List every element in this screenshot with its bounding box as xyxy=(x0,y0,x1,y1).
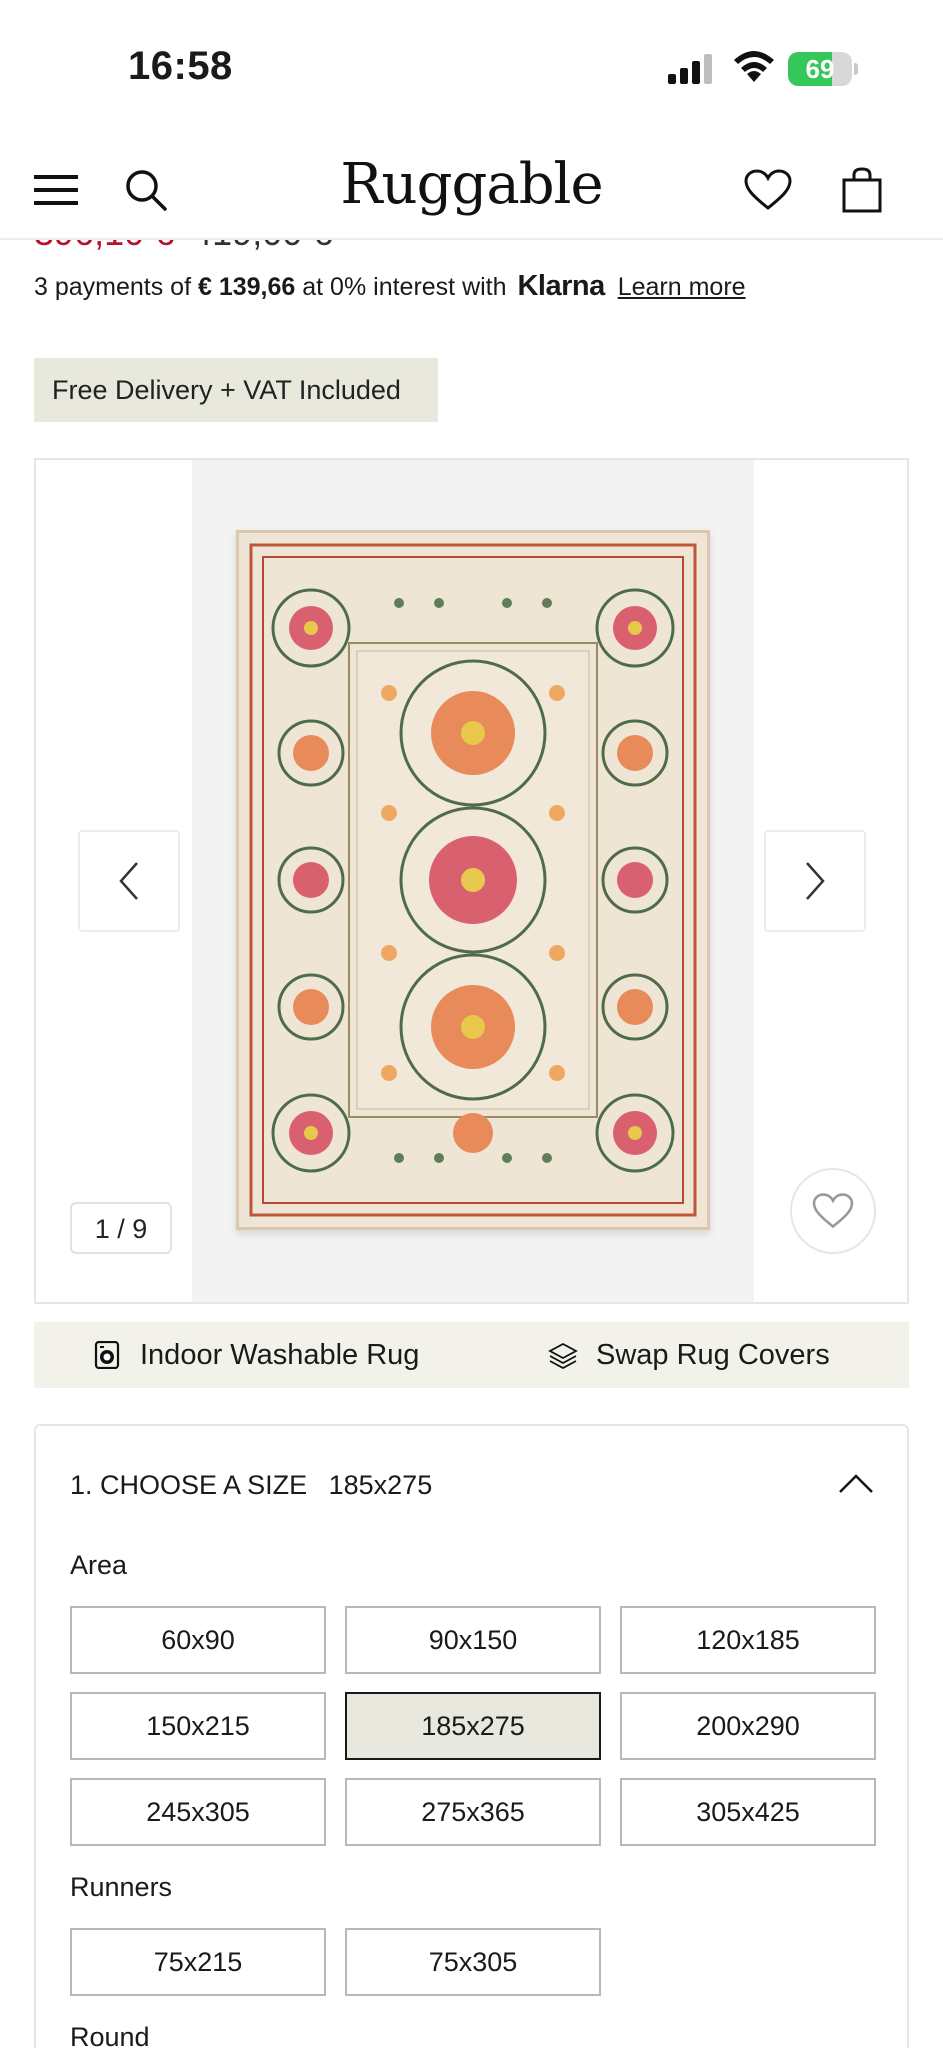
chevron-up-icon[interactable] xyxy=(836,1464,876,1504)
image-counter: 1 / 9 xyxy=(70,1202,172,1254)
size-option-75x305[interactable]: 75x305 xyxy=(345,1928,601,1996)
klarna-payment-info: 3 payments of € 139,66 at 0% interest wi… xyxy=(34,270,746,303)
size-option-245x305[interactable]: 245x305 xyxy=(70,1778,326,1846)
size-option-200x290[interactable]: 200x290 xyxy=(620,1692,876,1760)
product-gallery: 1 / 9 xyxy=(34,458,909,1304)
site-header: Ruggable xyxy=(0,140,943,240)
layers-icon xyxy=(548,1340,578,1370)
size-option-60x90[interactable]: 60x90 xyxy=(70,1606,326,1674)
battery-indicator: 69 xyxy=(788,52,858,86)
feature-swap-covers: Swap Rug Covers xyxy=(548,1322,830,1388)
delivery-badge: Free Delivery + VAT Included xyxy=(34,358,438,422)
size-option-305x425[interactable]: 305x425 xyxy=(620,1778,876,1846)
heart-outline-icon xyxy=(812,1193,854,1229)
size-option-150x215[interactable]: 150x215 xyxy=(70,1692,326,1760)
runners-group-label: Runners xyxy=(70,1872,173,1902)
chevron-right-icon xyxy=(806,862,825,900)
area-size-grid: 60x90 90x150 120x185 150x215 185x275 200… xyxy=(70,1606,876,1846)
size-chooser: 1. CHOOSE A SIZE 185x275 Area 60x90 90x1… xyxy=(34,1424,909,2048)
learn-more-link[interactable]: Learn more xyxy=(618,273,746,301)
rug-image xyxy=(236,530,710,1230)
washing-machine-icon xyxy=(92,1340,122,1370)
klarna-prefix: 3 payments of xyxy=(34,273,192,301)
shopping-bag-icon[interactable] xyxy=(832,160,892,220)
klarna-suffix: at 0% interest with xyxy=(302,273,507,301)
wishlist-heart-icon[interactable] xyxy=(738,160,798,220)
brand-logo[interactable]: Ruggable xyxy=(0,152,943,217)
size-section-header[interactable]: 1. CHOOSE A SIZE 185x275 xyxy=(70,1470,432,1501)
feature-label: Indoor Washable Rug xyxy=(140,1338,420,1371)
status-bar: 16:58 69 xyxy=(0,0,943,140)
previous-image-button[interactable] xyxy=(78,830,180,932)
runner-size-grid: 75x215 75x305 xyxy=(70,1928,876,1996)
next-image-button[interactable] xyxy=(764,830,866,932)
feature-washable: Indoor Washable Rug xyxy=(92,1322,419,1388)
area-group-label: Area xyxy=(70,1550,128,1580)
selected-size-label: 185x275 xyxy=(328,1470,433,1500)
klarna-logo: Klarna xyxy=(517,270,605,302)
feature-label: Swap Rug Covers xyxy=(596,1338,830,1371)
cellular-signal-icon xyxy=(668,54,712,84)
product-image[interactable] xyxy=(192,460,754,1302)
size-option-120x185[interactable]: 120x185 xyxy=(620,1606,876,1674)
size-option-90x150[interactable]: 90x150 xyxy=(345,1606,601,1674)
wifi-icon xyxy=(734,51,774,82)
size-option-185x275-selected[interactable]: 185x275 xyxy=(345,1692,601,1760)
size-heading-label: 1. CHOOSE A SIZE xyxy=(70,1470,308,1500)
size-option-275x365[interactable]: 275x365 xyxy=(345,1778,601,1846)
favorite-button[interactable] xyxy=(790,1168,876,1254)
round-group-label: Round xyxy=(70,2022,150,2048)
klarna-amount: € 139,66 xyxy=(197,273,296,301)
status-time: 16:58 xyxy=(128,44,233,88)
size-option-75x215[interactable]: 75x215 xyxy=(70,1928,326,1996)
chevron-left-icon xyxy=(119,862,138,900)
battery-percentage: 69 xyxy=(805,54,835,84)
feature-bar: Indoor Washable Rug Swap Rug Covers xyxy=(34,1322,909,1388)
